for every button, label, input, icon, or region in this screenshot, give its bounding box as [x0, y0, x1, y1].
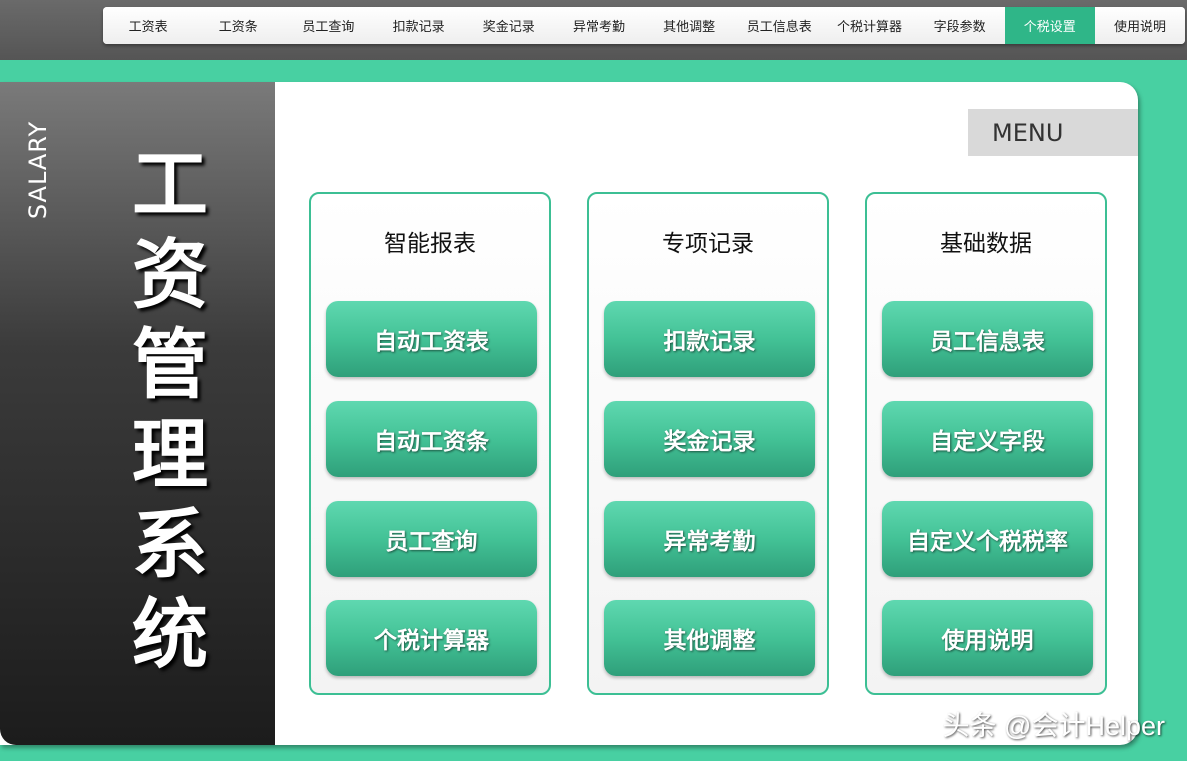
side-subtitle: SALARY: [24, 120, 52, 220]
tab-salary-table[interactable]: 工资表: [103, 7, 194, 44]
group-base-data: 基础数据 员工信息表 自定义字段 自定义个税税率 使用说明: [865, 192, 1107, 695]
tab-employee-query[interactable]: 员工查询: [283, 7, 374, 44]
tab-tax-calculator[interactable]: 个税计算器: [824, 7, 915, 44]
group-title: 智能报表: [384, 231, 476, 257]
custom-fields-button[interactable]: 自定义字段: [882, 401, 1093, 477]
employee-info-button[interactable]: 员工信息表: [882, 301, 1093, 377]
menu-label: MENU: [968, 109, 1138, 156]
tab-attendance-exceptions[interactable]: 异常考勤: [553, 7, 645, 44]
title-char: 管: [132, 320, 208, 409]
tab-salary-slip[interactable]: 工资条: [193, 7, 284, 44]
tab-field-params[interactable]: 字段参数: [914, 7, 1005, 44]
tab-bar: 工资表 工资条 员工查询 扣款记录 奖金记录 异常考勤 其他调整 员工信息表 个…: [103, 7, 1185, 44]
attendance-exceptions-button[interactable]: 异常考勤: [604, 501, 815, 577]
group-title: 专项记录: [662, 231, 754, 257]
employee-query-button[interactable]: 员工查询: [326, 501, 537, 577]
tab-tax-settings[interactable]: 个税设置: [1004, 7, 1095, 44]
main-card: SALARY 工 资 管 理 系 统 MENU 智能报表 自动工资表 自动工资条…: [0, 82, 1138, 745]
custom-tax-rate-button[interactable]: 自定义个税税率: [882, 501, 1093, 577]
title-char: 资: [132, 230, 208, 319]
title-char: 理: [132, 410, 208, 499]
tax-calculator-button[interactable]: 个税计算器: [326, 600, 537, 676]
tab-employee-info[interactable]: 员工信息表: [734, 7, 825, 44]
side-panel: SALARY 工 资 管 理 系 统: [0, 82, 275, 745]
deduction-records-button[interactable]: 扣款记录: [604, 301, 815, 377]
tab-deduction-records[interactable]: 扣款记录: [373, 7, 464, 44]
title-char: 工: [132, 140, 208, 229]
tab-bonus-records[interactable]: 奖金记录: [463, 7, 554, 44]
group-smart-reports: 智能报表 自动工资表 自动工资条 员工查询 个税计算器: [309, 192, 551, 695]
auto-salary-slip-button[interactable]: 自动工资条: [326, 401, 537, 477]
title-char: 系: [132, 500, 208, 589]
tab-instructions[interactable]: 使用说明: [1094, 7, 1185, 44]
instructions-button[interactable]: 使用说明: [882, 600, 1093, 676]
tab-other-adjustments[interactable]: 其他调整: [644, 7, 735, 44]
bonus-records-button[interactable]: 奖金记录: [604, 401, 815, 477]
group-title: 基础数据: [940, 231, 1032, 257]
auto-salary-table-button[interactable]: 自动工资表: [326, 301, 537, 377]
system-title: 工 资 管 理 系 统: [108, 140, 232, 680]
top-band: 工资表 工资条 员工查询 扣款记录 奖金记录 异常考勤 其他调整 员工信息表 个…: [0, 0, 1187, 60]
title-char: 统: [132, 590, 208, 679]
other-adjustments-button[interactable]: 其他调整: [604, 600, 815, 676]
watermark: 头条 @会计Helper: [942, 711, 1165, 741]
group-special-records: 专项记录 扣款记录 奖金记录 异常考勤 其他调整: [587, 192, 829, 695]
